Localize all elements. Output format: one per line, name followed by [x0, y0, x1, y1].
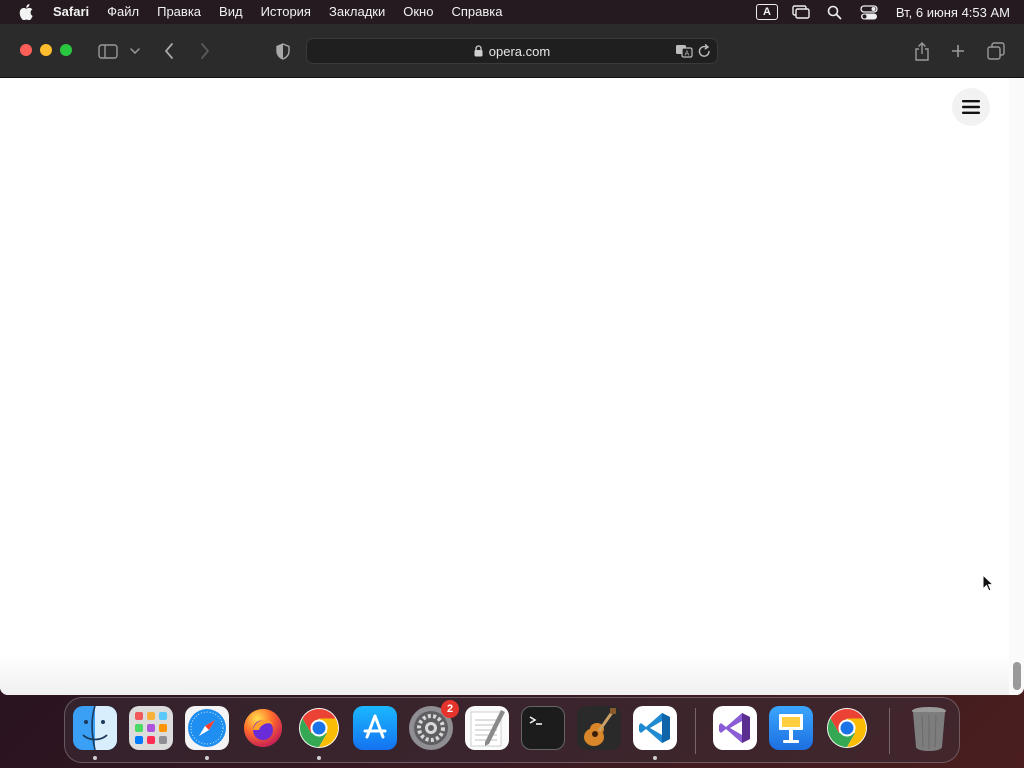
- visual-studio-icon: [719, 713, 750, 743]
- menu-help[interactable]: Справка: [442, 0, 511, 24]
- dock-firefox[interactable]: [241, 706, 285, 750]
- input-source-label: A: [755, 4, 778, 20]
- menu-bar: Safari Файл Правка Вид История Закладки …: [0, 0, 1024, 24]
- safari-icon: [188, 709, 226, 747]
- control-center-icon[interactable]: [852, 0, 886, 24]
- safari-window: opera.com A: [0, 24, 1024, 695]
- menu-bookmarks[interactable]: Закладки: [320, 0, 394, 24]
- app-store-icon: [363, 714, 387, 739]
- dock-terminal[interactable]: [521, 706, 565, 750]
- translate-icon[interactable]: A: [675, 44, 693, 61]
- privacy-shield-icon[interactable]: [274, 38, 292, 64]
- menu-file[interactable]: Файл: [98, 0, 148, 24]
- garageband-icon: [584, 708, 616, 746]
- scrollbar-track[interactable]: [1009, 78, 1024, 695]
- menu-window[interactable]: Окно: [394, 0, 442, 24]
- dock-chrome[interactable]: [297, 706, 341, 750]
- menu-history[interactable]: История: [252, 0, 320, 24]
- vscode-running-indicator: [653, 756, 657, 760]
- share-icon[interactable]: [912, 38, 932, 64]
- mouse-cursor-icon: [982, 573, 995, 597]
- textedit-icon: [470, 710, 505, 747]
- safari-running-indicator: [205, 756, 209, 760]
- dock-chrome-2[interactable]: [825, 706, 869, 750]
- window-controls: [20, 44, 72, 56]
- finder-running-indicator: [93, 756, 97, 760]
- tab-overview-icon[interactable]: [985, 38, 1007, 64]
- input-source-icon[interactable]: A: [750, 0, 784, 24]
- vscode-icon: [639, 713, 670, 743]
- spotlight-search-icon[interactable]: [818, 0, 852, 24]
- back-arrow-icon[interactable]: [160, 38, 178, 64]
- lock-icon: [474, 45, 483, 57]
- zoom-window-button[interactable]: [60, 44, 72, 56]
- minimize-window-button[interactable]: [40, 44, 52, 56]
- menu-view[interactable]: Вид: [210, 0, 252, 24]
- forward-arrow-icon[interactable]: [196, 38, 214, 64]
- dock-separator: [695, 708, 696, 754]
- reload-icon[interactable]: [698, 44, 711, 61]
- settings-notification-badge: 2: [441, 700, 459, 718]
- svg-text:A: A: [685, 50, 690, 58]
- dock-visual-studio[interactable]: [713, 706, 757, 750]
- tab-group-chevron-down-icon[interactable]: [128, 38, 142, 64]
- menu-app-name[interactable]: Safari: [44, 0, 98, 24]
- trash-icon: [912, 707, 946, 751]
- scrollbar-thumb[interactable]: [1013, 662, 1021, 690]
- hamburger-menu-icon[interactable]: [952, 88, 990, 126]
- chrome-running-indicator: [317, 756, 321, 760]
- apple-menu-icon[interactable]: [8, 4, 44, 20]
- address-bar[interactable]: opera.com A: [306, 38, 718, 64]
- launchpad-icon: [135, 712, 167, 744]
- new-tab-plus-icon[interactable]: [948, 38, 968, 64]
- address-url: opera.com: [488, 43, 551, 59]
- dock-garageband[interactable]: [577, 706, 621, 750]
- page-bottom-shadow: [0, 655, 1009, 695]
- dock-keynote[interactable]: [769, 706, 813, 750]
- screen-mirroring-icon[interactable]: [784, 0, 818, 24]
- firefox-icon: [244, 709, 282, 747]
- dock-system-settings[interactable]: 2: [409, 700, 459, 750]
- dock-finder[interactable]: [73, 706, 117, 750]
- dock-trash[interactable]: [907, 706, 951, 751]
- finder-icon: [73, 706, 117, 750]
- chrome-icon: [827, 708, 867, 748]
- dock: 2: [64, 697, 960, 763]
- sidebar-toggle-icon[interactable]: [96, 38, 120, 64]
- dock-separator: [889, 708, 890, 754]
- dock-textedit[interactable]: [465, 706, 509, 750]
- chrome-icon: [299, 708, 339, 748]
- dock-safari[interactable]: [185, 706, 229, 750]
- terminal-icon: [529, 716, 542, 725]
- web-page-content[interactable]: [0, 78, 1024, 695]
- dock-app-store[interactable]: [353, 706, 397, 750]
- keynote-icon: [779, 714, 803, 743]
- close-window-button[interactable]: [20, 44, 32, 56]
- menu-clock[interactable]: Вт, 6 июня 4:53 AM: [896, 5, 1010, 20]
- dock-launchpad[interactable]: [129, 706, 173, 750]
- dock-vscode[interactable]: [633, 706, 677, 750]
- safari-toolbar: opera.com A: [0, 24, 1024, 78]
- menu-edit[interactable]: Правка: [148, 0, 210, 24]
